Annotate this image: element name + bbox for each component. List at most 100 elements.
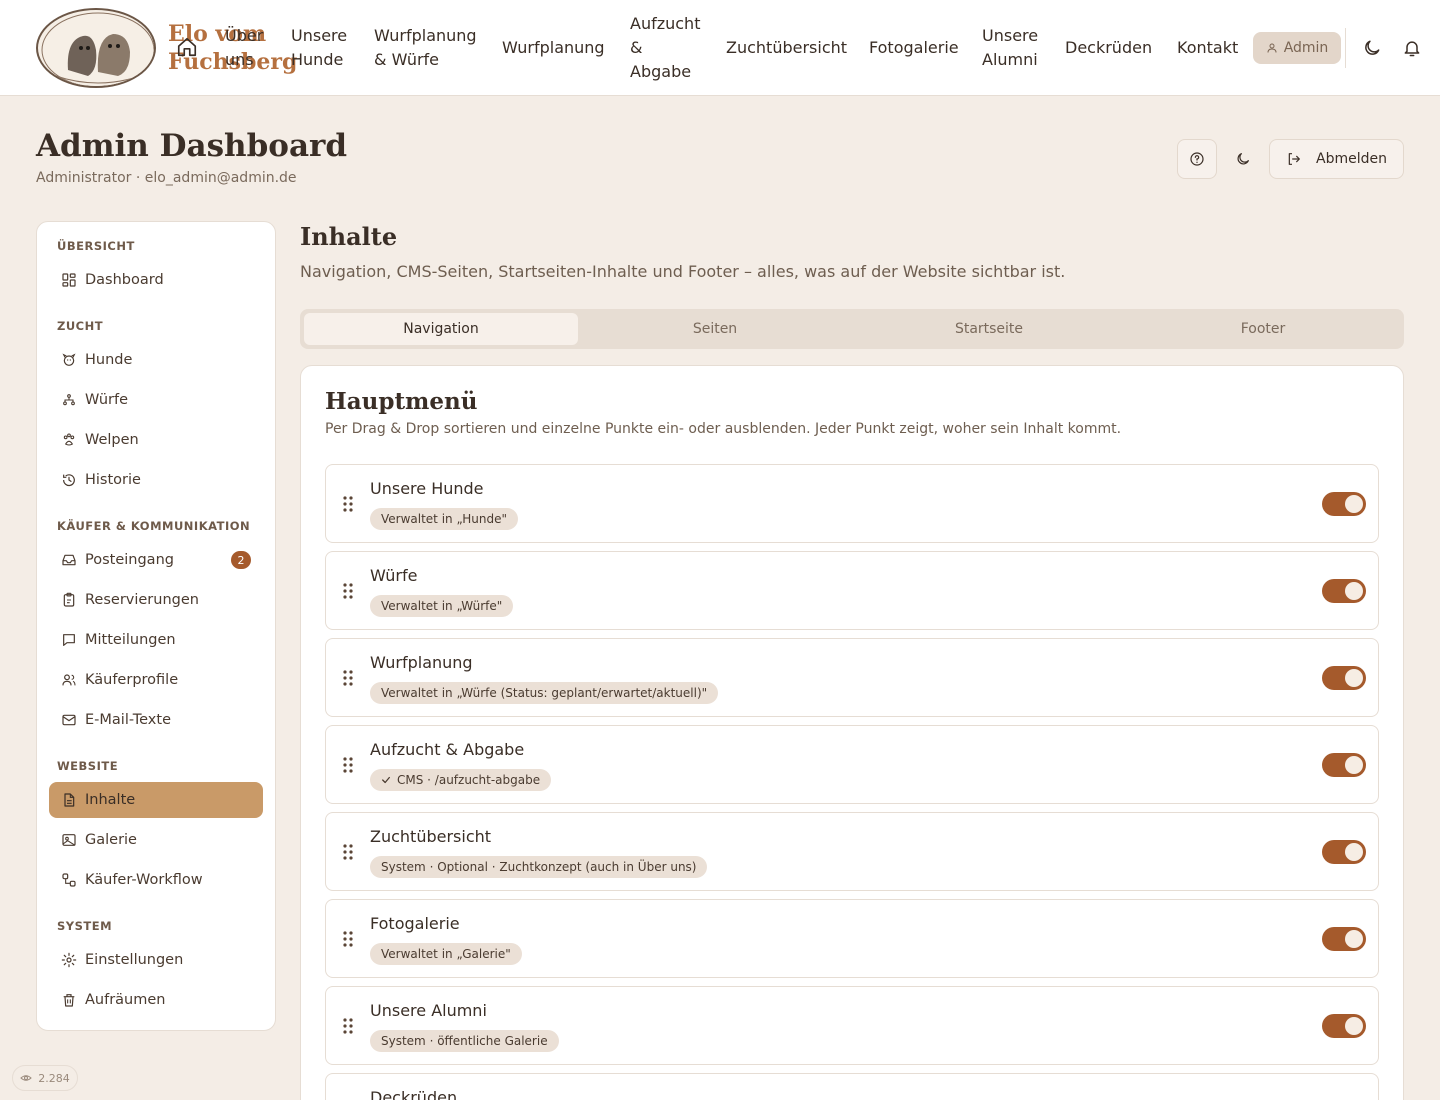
document-icon bbox=[64, 793, 75, 807]
nav-unsere-alumni[interactable]: Unsere Alumni bbox=[982, 24, 1042, 72]
sidebar-section-system: SYSTEM bbox=[57, 919, 113, 933]
nav-kontakt[interactable]: Kontakt bbox=[1177, 36, 1247, 60]
visibility-toggle[interactable] bbox=[1322, 840, 1366, 864]
home-icon[interactable] bbox=[176, 36, 198, 58]
sidebar-section-kaeufer: KÄUFER & KOMMUNIKATION bbox=[57, 519, 251, 533]
sidebar-item-hunde[interactable]: Hunde bbox=[49, 342, 263, 378]
drag-handle-icon[interactable] bbox=[342, 843, 354, 861]
section-title: Inhalte bbox=[300, 222, 398, 251]
check-icon bbox=[382, 776, 390, 784]
sidebar-item-einstellungen[interactable]: Einstellungen bbox=[49, 942, 263, 978]
bell-icon[interactable] bbox=[1402, 38, 1422, 58]
litter-icon bbox=[63, 394, 75, 406]
visibility-toggle[interactable] bbox=[1322, 492, 1366, 516]
sidebar-item-aufraeumen[interactable]: Aufräumen bbox=[49, 982, 263, 1018]
dashboard-icon bbox=[62, 273, 76, 287]
tab-navigation[interactable]: Navigation bbox=[304, 313, 578, 345]
drag-handle-icon[interactable] bbox=[342, 1017, 354, 1035]
nav-zuchtuebersicht[interactable]: Zuchtübersicht bbox=[726, 36, 856, 60]
tab-seiten[interactable]: Seiten bbox=[578, 313, 852, 345]
main-menu-card: Hauptmenü Per Drag & Drop sortieren und … bbox=[300, 365, 1404, 1100]
menu-row-title: Fotogalerie bbox=[370, 914, 460, 933]
clipboard-icon bbox=[63, 592, 75, 607]
admin-label: Admin bbox=[1283, 40, 1329, 56]
visibility-toggle[interactable] bbox=[1322, 753, 1366, 777]
menu-row-source-tag: System · öffentliche Galerie bbox=[370, 1030, 559, 1052]
sidebar-item-inhalte[interactable]: Inhalte bbox=[49, 782, 263, 818]
sidebar-section-zucht: ZUCHT bbox=[57, 319, 104, 333]
sidebar-item-label: Einstellungen bbox=[85, 952, 184, 968]
content-tabs: Navigation Seiten Startseite Footer bbox=[300, 309, 1404, 349]
drag-handle-icon[interactable] bbox=[342, 495, 354, 513]
inbox-icon bbox=[62, 554, 76, 566]
sidebar-section-website: WEBSITE bbox=[57, 759, 119, 773]
drag-handle-icon[interactable] bbox=[342, 582, 354, 600]
sidebar-item-dashboard[interactable]: Dashboard bbox=[49, 262, 263, 298]
users-icon bbox=[62, 674, 76, 686]
moon-icon[interactable] bbox=[1362, 38, 1382, 58]
dog-logo-icon bbox=[41, 12, 154, 86]
moon-icon bbox=[1237, 153, 1249, 165]
admin-button[interactable]: Admin bbox=[1253, 32, 1341, 64]
nav-ueber-uns[interactable]: Über uns bbox=[225, 24, 269, 72]
menu-row-title: Unsere Alumni bbox=[370, 1001, 487, 1020]
drag-handle-icon[interactable] bbox=[342, 930, 354, 948]
tab-footer[interactable]: Footer bbox=[1126, 313, 1400, 345]
workflow-icon bbox=[62, 873, 76, 887]
help-button[interactable] bbox=[1177, 139, 1217, 179]
sidebar-item-label: Würfe bbox=[85, 392, 128, 408]
view-counter: 2.284 bbox=[12, 1065, 78, 1091]
menu-row-title: Würfe bbox=[370, 566, 418, 585]
top-navigation-bar: Elo vom Fuchsberg Über uns Unsere Hunde … bbox=[0, 0, 1440, 96]
visibility-toggle[interactable] bbox=[1322, 927, 1366, 951]
sidebar-item-email-texte[interactable]: E-Mail-Texte bbox=[49, 702, 263, 738]
logout-icon bbox=[1288, 153, 1300, 165]
kennel-logo[interactable] bbox=[36, 8, 156, 88]
logout-label: Abmelden bbox=[1316, 151, 1387, 167]
sidebar-item-label: Aufräumen bbox=[85, 992, 166, 1008]
menu-row-source-tag: Verwaltet in „Galerie" bbox=[370, 943, 522, 965]
visibility-toggle[interactable] bbox=[1322, 666, 1366, 690]
theme-toggle-button[interactable] bbox=[1223, 139, 1263, 179]
tab-startseite[interactable]: Startseite bbox=[852, 313, 1126, 345]
card-title: Hauptmenü bbox=[325, 388, 478, 415]
sidebar-item-kaeuferprofile[interactable]: Käuferprofile bbox=[49, 662, 263, 698]
sidebar-item-reservierungen[interactable]: Reservierungen bbox=[49, 582, 263, 618]
nav-wurfplanung-wuerfe[interactable]: Wurfplanung & Würfe bbox=[374, 24, 484, 72]
sidebar-item-wuerfe[interactable]: Würfe bbox=[49, 382, 263, 418]
sidebar-item-label: E-Mail-Texte bbox=[85, 712, 171, 728]
menu-row-title: Wurfplanung bbox=[370, 653, 473, 672]
sidebar-item-label: Mitteilungen bbox=[85, 632, 176, 648]
nav-wurfplanung[interactable]: Wurfplanung bbox=[502, 36, 612, 60]
nav-aufzucht-abgabe[interactable]: Aufzucht & Abgabe bbox=[630, 12, 704, 84]
sidebar-item-welpen[interactable]: Welpen bbox=[49, 422, 263, 458]
drag-handle-icon[interactable] bbox=[342, 756, 354, 774]
visibility-toggle[interactable] bbox=[1322, 1014, 1366, 1038]
logout-button[interactable]: Abmelden bbox=[1269, 139, 1404, 179]
page-title: Admin Dashboard bbox=[36, 128, 348, 164]
visibility-toggle[interactable] bbox=[1322, 579, 1366, 603]
menu-row: Deckrüden bbox=[325, 1073, 1379, 1100]
sidebar-item-label: Inhalte bbox=[85, 792, 136, 808]
menu-row-source-tag: Verwaltet in „Würfe (Status: geplant/erw… bbox=[370, 682, 719, 704]
menu-row: Zuchtübersicht System · Optional · Zucht… bbox=[325, 812, 1379, 891]
paw-icon bbox=[63, 433, 75, 446]
section-subtitle: Navigation, CMS-Seiten, Startseiten-Inha… bbox=[300, 262, 1066, 281]
sidebar-item-galerie[interactable]: Galerie bbox=[49, 822, 263, 858]
sidebar-section-uebersicht: ÜBERSICHT bbox=[57, 239, 135, 253]
image-icon bbox=[62, 834, 76, 846]
drag-handle-icon[interactable] bbox=[342, 669, 354, 687]
admin-sidebar: ÜBERSICHT Dashboard ZUCHT Hunde Würfe We… bbox=[36, 221, 276, 1031]
menu-row-source-text: CMS · /aufzucht-abgabe bbox=[397, 773, 541, 787]
sidebar-item-mitteilungen[interactable]: Mitteilungen bbox=[49, 622, 263, 658]
sidebar-item-label: Reservierungen bbox=[85, 592, 199, 608]
nav-deckrueden[interactable]: Deckrüden bbox=[1065, 36, 1160, 60]
sidebar-item-historie[interactable]: Historie bbox=[49, 462, 263, 498]
menu-row-title: Deckrüden bbox=[370, 1088, 458, 1100]
sidebar-item-posteingang[interactable]: Posteingang 2 bbox=[49, 542, 263, 578]
nav-fotogalerie[interactable]: Fotogalerie bbox=[869, 36, 969, 60]
nav-unsere-hunde[interactable]: Unsere Hunde bbox=[291, 24, 355, 72]
sidebar-item-kaeufer-workflow[interactable]: Käufer-Workflow bbox=[49, 862, 263, 898]
sidebar-item-label: Käuferprofile bbox=[85, 672, 179, 688]
trash-icon bbox=[63, 994, 75, 1007]
